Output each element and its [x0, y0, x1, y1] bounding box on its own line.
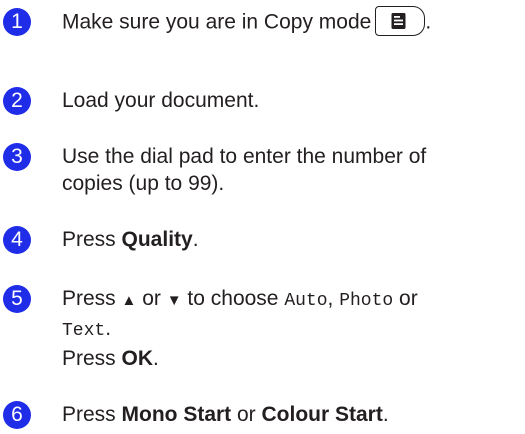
step-number-2: 2: [3, 87, 31, 115]
step-number-4: 4: [3, 226, 31, 254]
up-arrow-icon: ▲: [121, 292, 137, 309]
step-3-text: Use the dial pad to enter the number of …: [62, 145, 427, 195]
quality-key-label: Quality: [121, 228, 193, 251]
step-2-text: Load your document.: [62, 89, 260, 112]
option-photo: Photo: [339, 291, 394, 311]
step-number-3: 3: [3, 143, 31, 171]
step-1-text: Make sure you are in Copy mode .: [62, 6, 521, 38]
copy-mode-key-icon: [375, 6, 426, 36]
ok-key-label: OK: [121, 347, 154, 370]
step-number-1: 1: [3, 8, 31, 36]
option-auto: Auto: [284, 291, 328, 311]
step-number-5: 5: [3, 285, 31, 313]
step-6-text: Press Mono Start or Colour Start.: [62, 403, 389, 426]
option-text: Text: [62, 321, 106, 341]
step-5-text: Press ▲ or ▼ to choose Auto, Photo or Te…: [62, 287, 418, 370]
colour-start-key-label: Colour Start: [261, 403, 383, 426]
down-arrow-icon: ▼: [166, 292, 182, 309]
mono-start-key-label: Mono Start: [121, 403, 232, 426]
step-number-6: 6: [3, 401, 31, 429]
step-4-text: Press Quality.: [62, 228, 199, 251]
